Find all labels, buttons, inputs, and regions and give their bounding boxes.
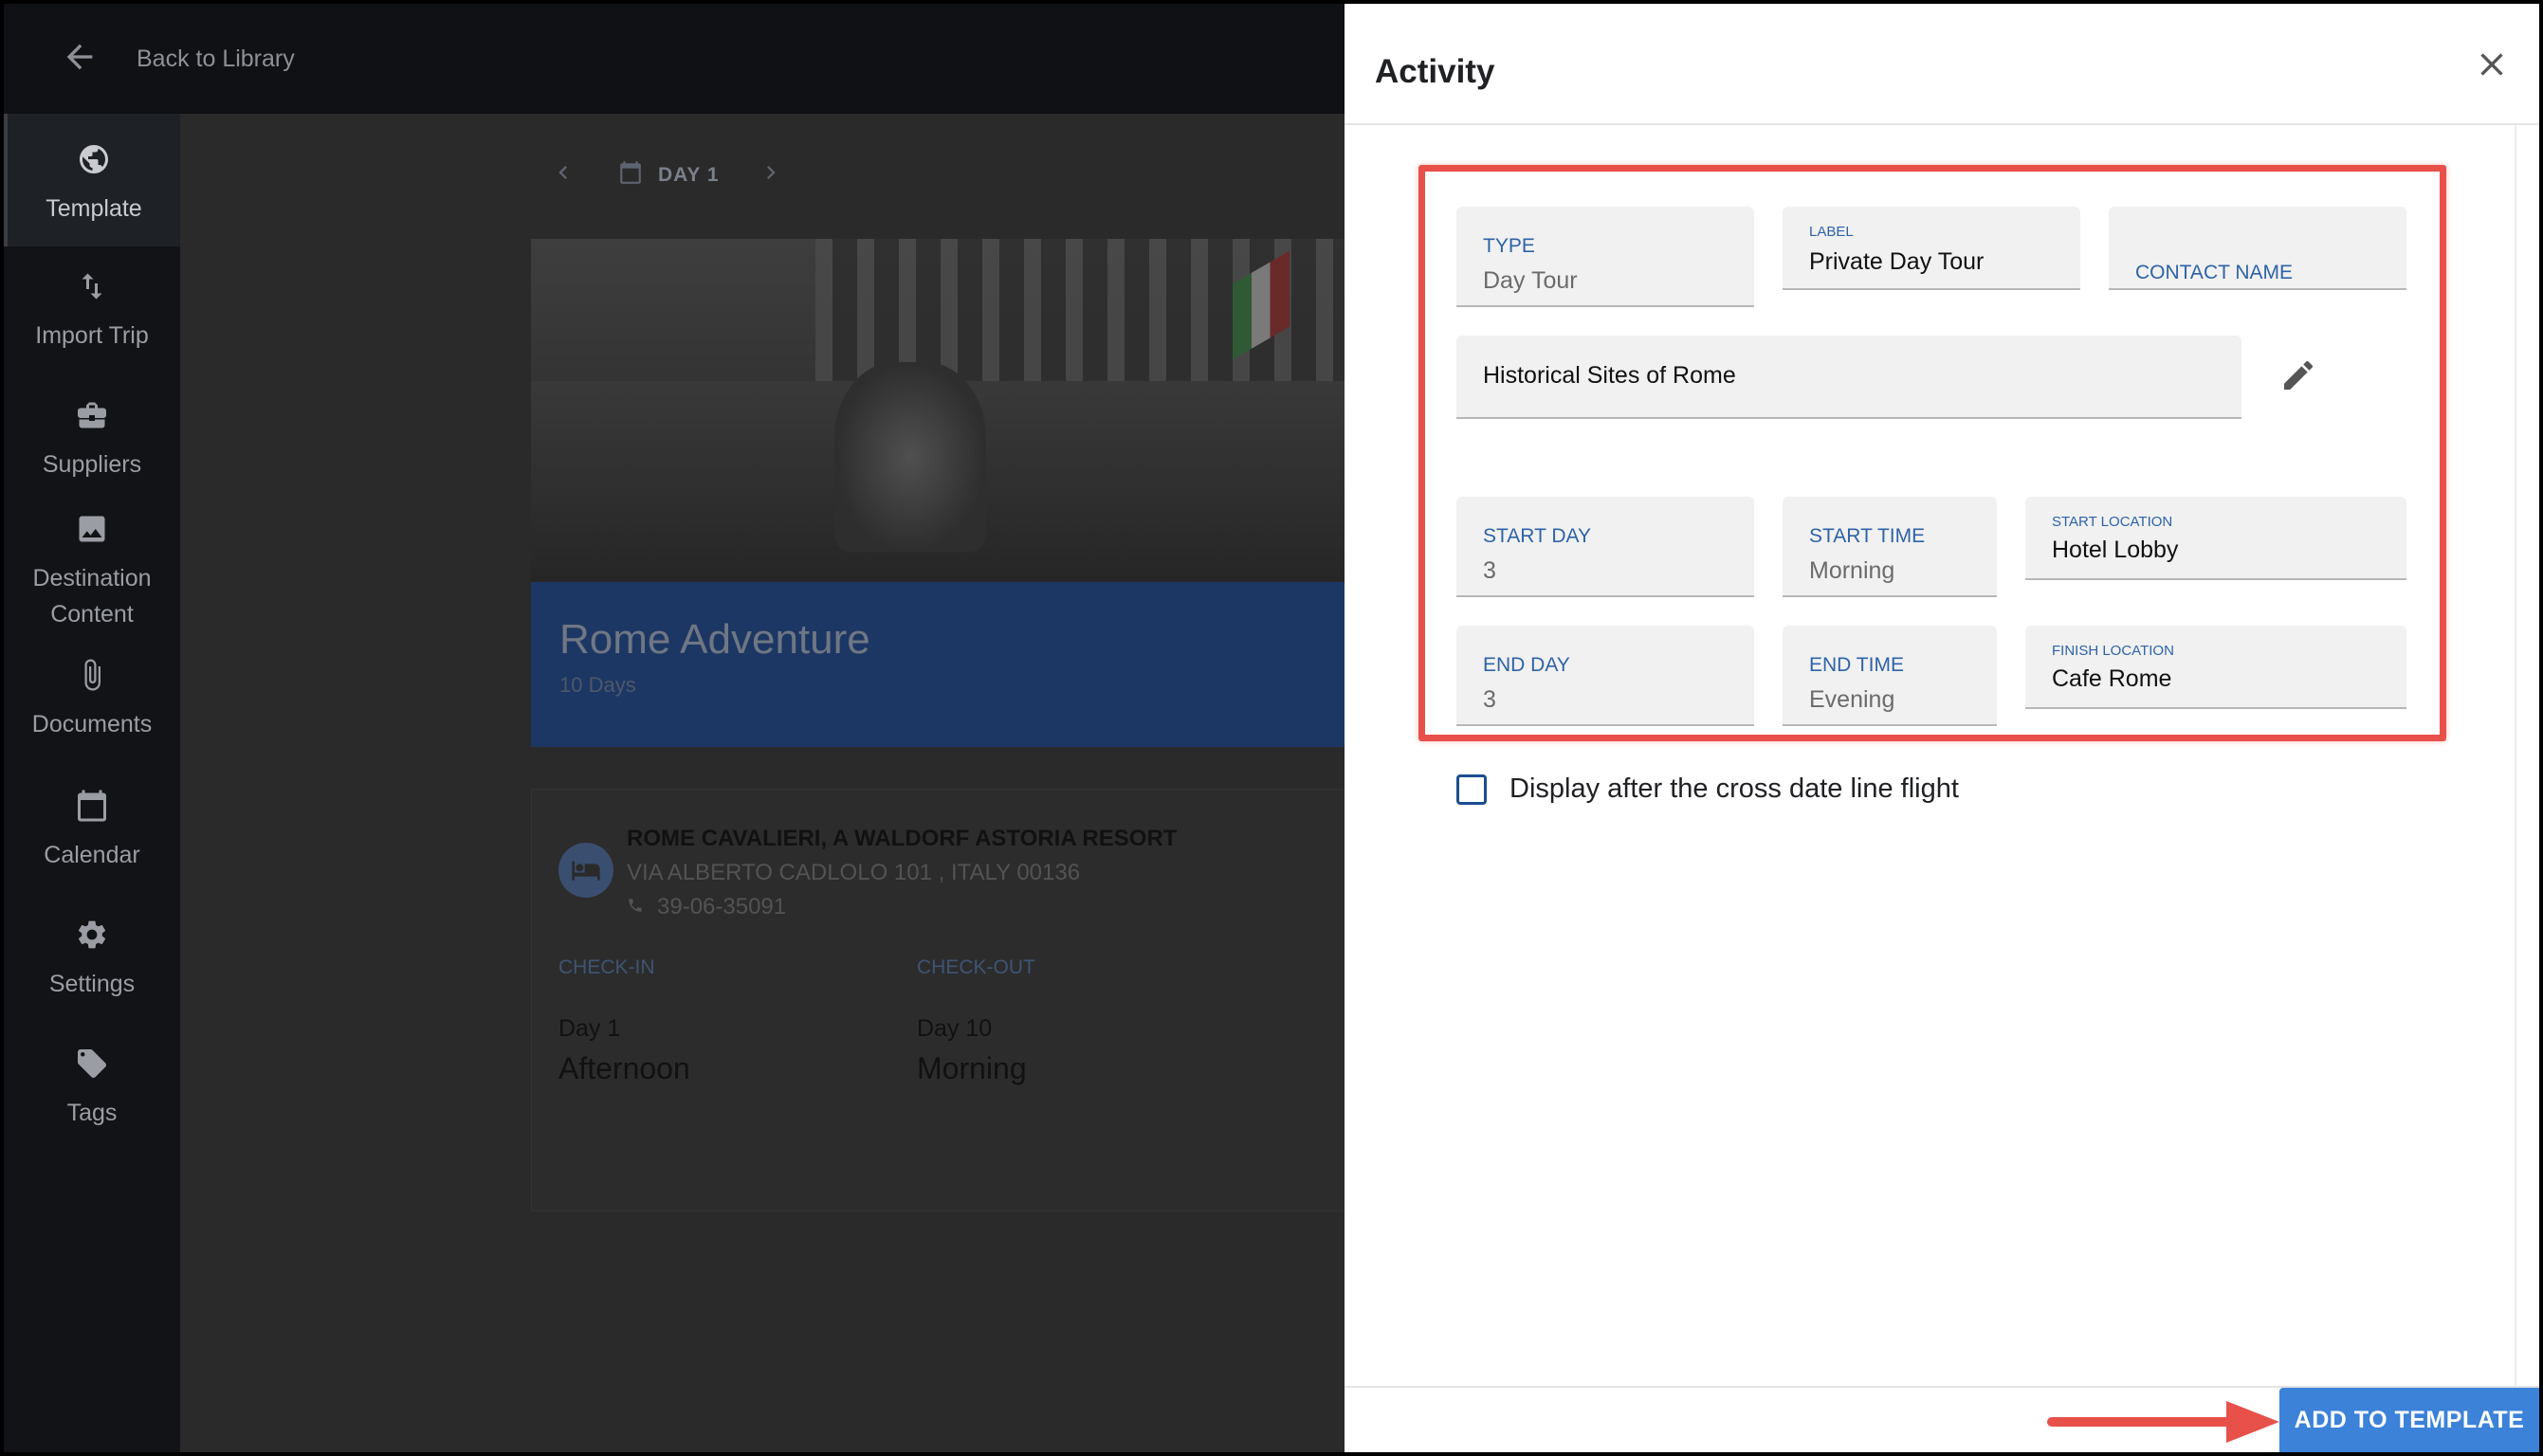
back-to-library-label: Back to Library <box>137 45 295 72</box>
calendar-icon <box>75 789 109 837</box>
cross-date-line-option[interactable]: Display after the cross date line flight <box>1456 774 1959 805</box>
edit-button[interactable] <box>2279 356 2317 394</box>
checkin-label: CHECK-IN <box>558 956 655 978</box>
day-label: DAY 1 <box>658 164 720 186</box>
sidebar-item-label: Settings <box>48 971 136 997</box>
header-divider <box>1345 123 2539 125</box>
chevron-left-icon[interactable] <box>550 159 576 191</box>
tag-icon <box>75 1046 109 1095</box>
cross-date-line-checkbox[interactable] <box>1456 774 1487 805</box>
globe-icon <box>77 142 111 191</box>
gear-icon <box>75 918 109 966</box>
bed-icon <box>558 843 613 898</box>
start-day-label: START DAY <box>1483 525 1591 547</box>
sidebar-item-documents[interactable]: Documents <box>4 658 180 742</box>
start-time-label: START TIME <box>1809 525 1926 547</box>
start-day-select[interactable]: START DAY 3 <box>1456 497 1754 597</box>
sidebar-item-label: Calendar <box>44 842 140 868</box>
sidebar-item-template[interactable]: Template <box>4 114 180 246</box>
hotel-card[interactable]: ROME CAVALIERI, A WALDORF ASTORIA RESORT… <box>531 789 1403 1211</box>
start-location-label: START LOCATION <box>2052 514 2173 530</box>
sidebar-item-tags[interactable]: Tags <box>4 1046 180 1131</box>
finish-location-field[interactable]: FINISH LOCATION Cafe Rome <box>2025 626 2406 709</box>
start-day-value: 3 <box>1483 557 1496 584</box>
sidebar-item-label: Tags <box>66 1100 118 1126</box>
arrow-right-icon <box>2047 1401 2279 1443</box>
pencil-icon <box>2279 360 2317 398</box>
label-field[interactable]: LABEL Private Day Tour <box>1783 207 2080 290</box>
sidebar-item-label: Template <box>46 195 142 222</box>
finish-location-label: FINISH LOCATION <box>2052 643 2174 659</box>
trip-duration: 10 Days <box>559 673 636 697</box>
sidebar-item-label: Destination Content <box>32 565 152 628</box>
checkin-day: Day 1 <box>558 1015 621 1042</box>
sidebar-item-label: Suppliers <box>42 451 142 478</box>
checkout-day: Day 10 <box>917 1015 993 1042</box>
hotel-phone-number: 39-06-35091 <box>657 894 787 919</box>
sidebar-item-settings[interactable]: Settings <box>4 918 180 1002</box>
start-location-value: Hotel Lobby <box>2052 537 2179 563</box>
contact-name-label: CONTACT NAME <box>2135 262 2294 283</box>
end-time-value: Evening <box>1809 686 1895 713</box>
calendar-icon <box>576 160 658 191</box>
add-to-template-button[interactable]: ADD TO TEMPLATE <box>2279 1388 2539 1452</box>
hotel-name: ROME CAVALIERI, A WALDORF ASTORIA RESORT <box>627 826 1178 851</box>
type-label: TYPE <box>1483 235 1535 257</box>
day-navigator: DAY 1 <box>550 159 784 191</box>
swap-vertical-icon <box>75 269 109 318</box>
trip-hero-card[interactable]: Rome Adventure 10 Days <box>531 239 1403 747</box>
arrow-left-icon <box>61 38 99 81</box>
phone-icon <box>627 894 657 920</box>
top-bar: Back to Library <box>4 4 1345 114</box>
end-time-label: END TIME <box>1809 654 1904 676</box>
end-time-select[interactable]: END TIME Evening <box>1783 626 1997 726</box>
briefcase-icon <box>75 398 109 446</box>
activity-drawer: Activity TYPE Day Tour LABEL Private Day… <box>1345 4 2539 1452</box>
finish-location-value: Cafe Rome <box>2052 665 2172 692</box>
trip-cover-photo <box>531 239 1403 582</box>
end-day-select[interactable]: END DAY 3 <box>1456 626 1754 726</box>
close-icon <box>2473 53 2511 87</box>
start-location-field[interactable]: START LOCATION Hotel Lobby <box>2025 497 2406 580</box>
hotel-address: VIA ALBERTO CADLOLO 101 , ITALY 00136 <box>627 860 1081 885</box>
sidebar-item-label: Documents <box>31 711 153 737</box>
activity-name-value: Historical Sites of Rome <box>1483 362 1736 389</box>
start-time-select[interactable]: START TIME Morning <box>1783 497 1997 597</box>
scrollbar[interactable] <box>2515 125 2539 1386</box>
activity-name-field[interactable]: Historical Sites of Rome <box>1456 336 2241 419</box>
checkout-time: Morning <box>917 1051 1027 1085</box>
label-value: Private Day Tour <box>1809 248 1985 275</box>
template-content: DAY 1 Rome Adventure 10 Days ROME CAVALI… <box>180 114 1403 1452</box>
hotel-phone: 39-06-35091 <box>627 894 786 920</box>
label-label: LABEL <box>1809 224 1854 240</box>
paperclip-icon <box>75 658 109 706</box>
end-day-label: END DAY <box>1483 654 1570 676</box>
close-button[interactable] <box>2473 46 2511 83</box>
checkout-label: CHECK-OUT <box>917 956 1035 978</box>
chevron-right-icon[interactable] <box>758 159 784 191</box>
back-to-library-button[interactable]: Back to Library <box>61 38 295 81</box>
sidebar-item-destination-content[interactable]: Destination Content <box>4 512 180 632</box>
type-select[interactable]: TYPE Day Tour <box>1456 207 1754 307</box>
trip-title: Rome Adventure <box>559 616 870 663</box>
contact-name-field[interactable]: CONTACT NAME <box>2109 207 2406 290</box>
image-icon <box>75 512 109 560</box>
sidebar-item-label: Import Trip <box>35 322 149 349</box>
end-day-value: 3 <box>1483 686 1496 713</box>
checkin-time: Afternoon <box>558 1051 690 1085</box>
sidebar-item-suppliers[interactable]: Suppliers <box>4 398 180 482</box>
type-value: Day Tour <box>1483 267 1578 294</box>
cross-date-line-label: Display after the cross date line flight <box>1509 774 1959 804</box>
drawer-title: Activity <box>1375 53 1495 90</box>
sidebar-item-calendar[interactable]: Calendar <box>4 789 180 873</box>
sidebar: Template Import Trip Suppliers Destinati… <box>4 114 180 1452</box>
sidebar-item-import-trip[interactable]: Import Trip <box>4 269 180 354</box>
start-time-value: Morning <box>1809 557 1895 584</box>
app-window: Back to Library Template Import Trip Sup… <box>4 4 2539 1452</box>
